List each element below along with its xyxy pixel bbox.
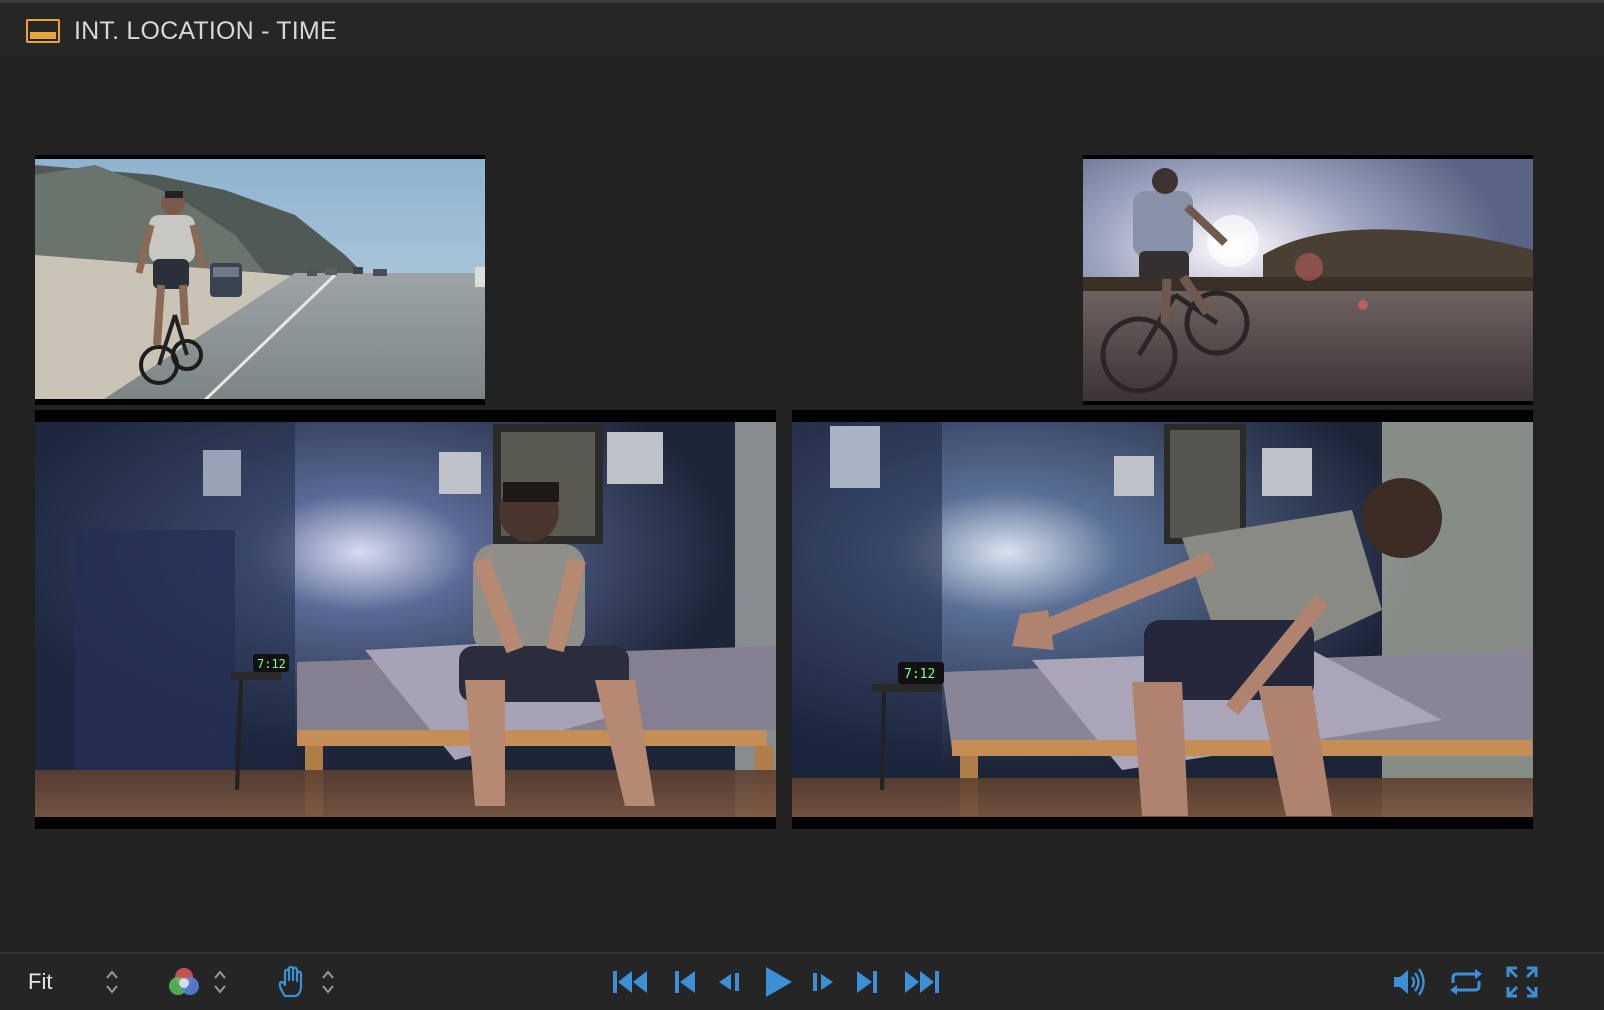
step-back-icon[interactable] (714, 964, 744, 1000)
color-channel-stepper[interactable] (212, 968, 228, 996)
zoom-level-label[interactable]: Fit (28, 969, 52, 995)
clip-frame-image: 7:12 (35, 410, 776, 829)
fullscreen-icon[interactable] (1504, 964, 1540, 1000)
clock-display: 7:12 (257, 657, 286, 671)
clip-top-left[interactable] (35, 155, 485, 405)
play-icon[interactable] (760, 964, 796, 1000)
scene-icon (26, 19, 60, 43)
go-to-start-icon[interactable] (610, 964, 652, 1000)
go-to-end-icon[interactable] (900, 964, 942, 1000)
rgb-channels-icon[interactable] (166, 964, 202, 1000)
clip-frame-image (1083, 155, 1533, 405)
clip-frame-image (35, 155, 485, 405)
volume-icon[interactable] (1390, 964, 1428, 1000)
scene-title: INT. LOCATION - TIME (74, 17, 337, 45)
previous-edit-icon[interactable] (670, 964, 700, 1000)
hand-icon[interactable] (274, 964, 310, 1000)
clock-display: 7:12 (904, 667, 935, 682)
step-forward-icon[interactable] (808, 964, 838, 1000)
clip-top-right[interactable] (1083, 155, 1533, 405)
zoom-stepper[interactable] (104, 968, 120, 996)
clip-bottom-right[interactable]: 7:12 (792, 410, 1533, 829)
tool-stepper[interactable] (320, 968, 336, 996)
clip-bottom-left[interactable]: 7:12 (35, 410, 776, 829)
viewer-canvas[interactable]: 7:12 7:12 (0, 57, 1604, 952)
loop-icon[interactable] (1446, 964, 1486, 1000)
clip-frame-image: 7:12 (792, 410, 1533, 829)
title-bar: INT. LOCATION - TIME (0, 0, 1604, 57)
viewer-toolbar: Fit (0, 952, 1604, 1010)
next-edit-icon[interactable] (852, 964, 882, 1000)
